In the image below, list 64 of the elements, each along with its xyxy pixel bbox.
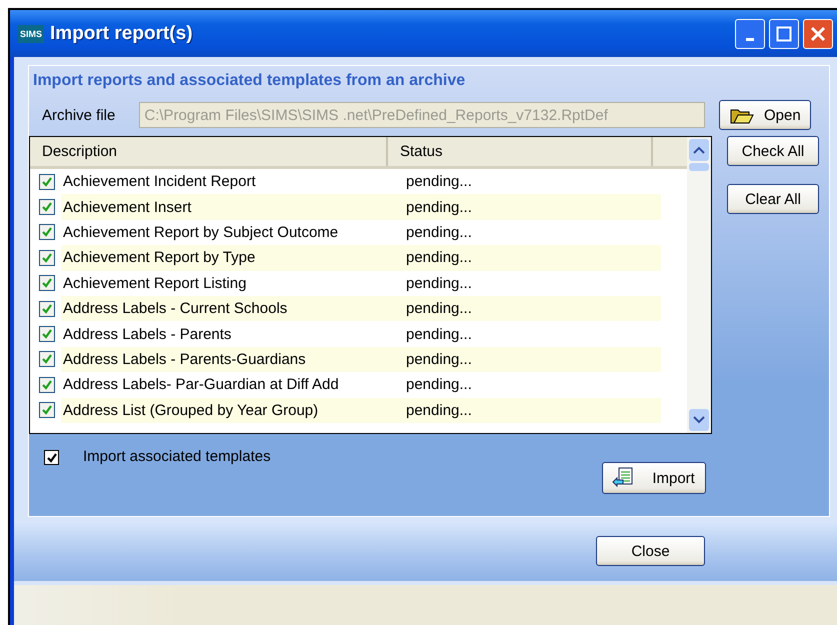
check-icon (41, 277, 53, 290)
status-text: pending... (405, 300, 473, 318)
scroll-up-icon[interactable] (689, 139, 709, 161)
check-icon (41, 201, 53, 214)
check-all-button[interactable]: Check All (727, 136, 819, 166)
status-text: pending... (405, 376, 473, 394)
app-logo: SIMS (18, 24, 44, 42)
import-icon (612, 467, 634, 489)
status-text: pending... (405, 173, 473, 190)
check-icon (41, 252, 53, 264)
report-name: Address List (Grouped by Year Group) (62, 402, 320, 419)
minimize-button[interactable] (735, 18, 765, 48)
row-checkbox[interactable] (39, 275, 55, 292)
checkbox-label: Import associated templates (83, 448, 271, 467)
status-text: pending... (405, 274, 473, 292)
row-checkbox[interactable] (39, 250, 55, 266)
status-text: pending... (405, 198, 473, 216)
check-icon (41, 378, 53, 391)
scroll-thumb[interactable] (689, 163, 709, 171)
column-header[interactable]: Description (30, 137, 388, 166)
check-icon (41, 176, 53, 188)
row-checkbox[interactable] (39, 376, 55, 393)
close-dialog-button[interactable]: Close (596, 536, 705, 566)
check-icon (41, 328, 53, 340)
row-checkbox[interactable] (39, 224, 55, 240)
status-text: pending... (405, 249, 473, 266)
check-icon (41, 226, 53, 238)
check-icon (41, 404, 53, 416)
row-checkbox[interactable] (39, 326, 55, 342)
clear-all-button[interactable]: Clear All (727, 184, 819, 214)
check-icon (41, 353, 53, 366)
minimize-icon (746, 38, 754, 41)
row-checkbox[interactable] (39, 300, 55, 317)
column-header[interactable]: Status (388, 137, 653, 166)
status-text: pending... (405, 350, 473, 368)
scrollbar[interactable] (687, 137, 711, 433)
report-name: Achievement Insert (62, 198, 192, 216)
maximize-icon (776, 26, 792, 42)
check-icon (41, 302, 53, 315)
row-checkbox[interactable] (39, 351, 55, 368)
row-checkbox[interactable] (39, 199, 55, 216)
templates-checkbox[interactable] (44, 450, 59, 465)
status-text: pending... (405, 224, 473, 241)
section-heading: Import reports and associated templates from an archive (33, 72, 466, 90)
row-checkbox[interactable] (39, 174, 55, 190)
report-name: Achievement Report by Type (62, 249, 256, 266)
report-name: Address Labels - Current Schools (62, 300, 288, 318)
report-name: Achievement Report Listing (62, 274, 248, 292)
scroll-down-icon[interactable] (689, 409, 709, 431)
report-name: Achievement Report by Subject Outcome (62, 224, 340, 241)
maximize-button[interactable] (769, 18, 799, 48)
report-name: Address Labels - Parents (62, 326, 232, 343)
field-label: Archive file (42, 106, 116, 124)
window-title: Import report(s) (50, 22, 194, 44)
close-icon (810, 26, 826, 42)
status-text: pending... (405, 402, 473, 419)
report-name: Address Labels- Par-Guardian at Diff Add (62, 376, 340, 394)
close-button[interactable] (803, 18, 833, 48)
check-icon (46, 452, 58, 464)
row-checkbox[interactable] (39, 402, 55, 418)
status-text: pending... (405, 326, 473, 343)
import-button[interactable]: Import (602, 462, 706, 494)
report-name: Address Labels - Parents-Guardians (62, 350, 307, 368)
report-name: Achievement Incident Report (62, 173, 257, 190)
